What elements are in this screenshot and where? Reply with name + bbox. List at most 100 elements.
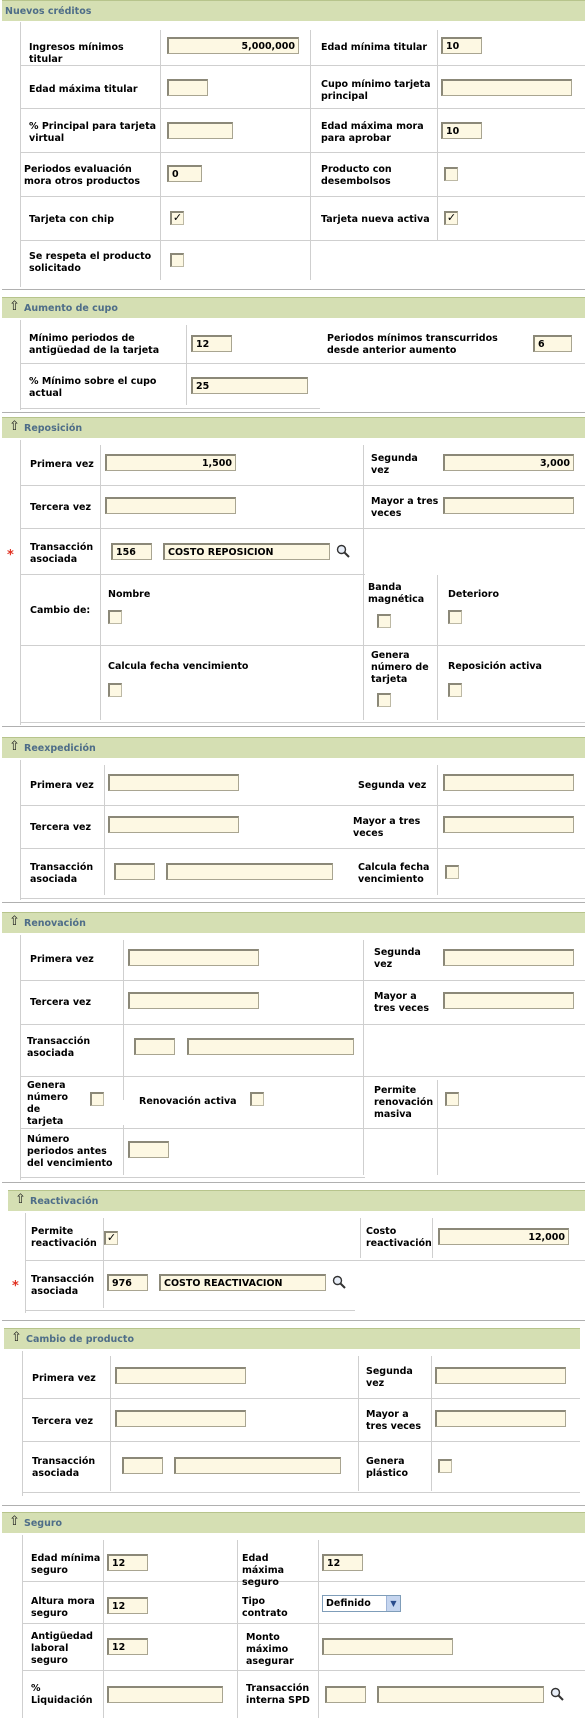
edad-maxima-titular-input[interactable] (167, 79, 208, 96)
reexpedicion-tercera-input[interactable] (108, 816, 239, 833)
arrow-up-icon[interactable]: ⇧ (9, 740, 20, 754)
antiguedad-laboral-input[interactable]: 12 (107, 1638, 148, 1655)
section-header-reposicion: ⇧ Reposición (2, 417, 585, 438)
cambio-primera-input[interactable] (115, 1367, 246, 1384)
renovacion-mayor-input[interactable] (443, 992, 574, 1009)
magnifier-icon[interactable] (550, 1687, 564, 1701)
reposicion-activa-label: Reposición activa (448, 661, 542, 672)
monto-maximo-input[interactable] (322, 1638, 453, 1655)
altura-mora-input[interactable]: 12 (107, 1597, 148, 1614)
producto-desembolsos-checkbox[interactable] (444, 167, 458, 181)
reexpedicion-transaccion-code-input[interactable] (114, 863, 155, 880)
arrow-up-icon[interactable]: ⇧ (9, 915, 20, 929)
reposicion-tercera-input[interactable] (105, 497, 236, 514)
reexpedicion-primera-input[interactable] (108, 774, 239, 791)
reactivacion-transaccion-code-input[interactable]: 976 (107, 1274, 148, 1291)
deterioro-checkbox[interactable] (448, 610, 462, 624)
reposicion-transaccion-code-input[interactable]: 156 (111, 543, 152, 560)
antiguedad-laboral-label: Antigüedad laboral seguro (31, 1631, 93, 1666)
edad-mora-input[interactable]: 10 (441, 122, 482, 139)
reexpedicion-segunda-input[interactable] (443, 774, 574, 791)
reposicion-activa-checkbox[interactable] (448, 683, 462, 697)
renovacion-transaccion-desc-input[interactable] (187, 1038, 354, 1055)
reexpedicion-segunda-label: Segunda vez (358, 780, 427, 791)
periodos-evaluacion-input[interactable]: 0 (167, 165, 202, 182)
genera-numero-checkbox[interactable] (377, 693, 391, 707)
costo-reactivacion-input[interactable]: 12,000 (438, 1228, 569, 1245)
reexpedicion-calcula-checkbox[interactable] (445, 865, 459, 879)
seguro-edad-maxima-input[interactable]: 12 (322, 1554, 363, 1571)
reactivacion-transaccion-desc-input[interactable]: COSTO REACTIVACION (159, 1274, 326, 1291)
edad-minima-titular-input[interactable]: 10 (441, 37, 482, 54)
seguro-edad-minima-input[interactable]: 12 (107, 1554, 148, 1571)
reexpedicion-tercera-label: Tercera vez (30, 822, 91, 833)
pct-minimo-cupo-label: % Mínimo sobre el cupo actual (29, 376, 157, 399)
arrow-up-icon[interactable]: ⇧ (11, 1331, 22, 1345)
permite-reactivacion-checkbox[interactable]: ✓ (104, 1231, 118, 1245)
renovacion-tercera-input[interactable] (128, 992, 259, 1009)
banda-magnetica-checkbox[interactable] (377, 614, 391, 628)
section-title: Nuevos créditos (5, 6, 92, 17)
cambio-segunda-input[interactable] (435, 1367, 566, 1384)
reexpedicion-mayor-input[interactable] (443, 816, 574, 833)
reactivacion-transaccion-label: Transacción asociada (31, 1274, 95, 1297)
magnifier-icon[interactable] (332, 1275, 346, 1289)
renovacion-masiva-checkbox[interactable] (445, 1092, 459, 1106)
reposicion-primera-input[interactable]: 1,500 (105, 454, 236, 471)
arrow-up-icon[interactable]: ⇧ (15, 1193, 26, 1207)
section-title: Reposición (24, 423, 83, 434)
section-title: Reactivación (30, 1196, 99, 1207)
respeta-producto-checkbox[interactable] (170, 253, 184, 267)
reposicion-transaccion-desc-input[interactable]: COSTO REPOSICION (163, 543, 330, 560)
cambio-primera-label: Primera vez (32, 1373, 96, 1384)
genera-plastico-checkbox[interactable] (438, 1459, 452, 1473)
pct-principal-input[interactable] (167, 122, 233, 139)
periodos-transcurridos-input[interactable]: 6 (533, 335, 572, 352)
reposicion-mayor-input[interactable] (443, 497, 574, 514)
tarjeta-chip-label: Tarjeta con chip (29, 214, 114, 225)
reexpedicion-transaccion-desc-input[interactable] (166, 863, 333, 880)
calcula-fecha-checkbox[interactable] (108, 683, 122, 697)
section-header-reactivacion: ⇧ Reactivación (8, 1190, 585, 1211)
ingresos-minimos-input[interactable]: 5,000,000 (167, 37, 299, 54)
renovacion-transaccion-code-input[interactable] (134, 1038, 175, 1055)
edad-maxima-titular-label: Edad máxima titular (29, 84, 138, 95)
cambio-tercera-input[interactable] (115, 1410, 246, 1427)
seguro-edad-maxima-label: Edad máxima seguro (242, 1553, 285, 1588)
renovacion-primera-input[interactable] (128, 949, 259, 966)
transaccion-interna-code-input[interactable] (325, 1686, 366, 1703)
arrow-up-icon[interactable]: ⇧ (9, 420, 20, 434)
reexpedicion-transaccion-label: Transacción asociada (30, 862, 94, 885)
renovacion-segunda-input[interactable] (443, 949, 574, 966)
tarjeta-chip-checkbox[interactable]: ✓ (170, 211, 184, 225)
cambio-mayor-input[interactable] (435, 1410, 566, 1427)
tipo-contrato-select[interactable]: Definido ▼ (322, 1595, 401, 1612)
arrow-up-icon[interactable]: ⇧ (9, 300, 20, 314)
cambio-transaccion-code-input[interactable] (122, 1457, 163, 1474)
altura-mora-label: Altura mora seguro (31, 1596, 95, 1619)
renovacion-activa-checkbox[interactable] (250, 1092, 264, 1106)
nombre-label: Nombre (108, 589, 151, 600)
cambio-transaccion-desc-input[interactable] (174, 1457, 341, 1474)
chevron-down-icon[interactable]: ▼ (386, 1596, 400, 1611)
section-title: Aumento de cupo (24, 303, 118, 314)
cambio-transaccion-label: Transacción asociada (32, 1456, 96, 1479)
cupo-minimo-input[interactable] (441, 79, 572, 96)
transaccion-interna-desc-input[interactable] (377, 1686, 544, 1703)
reposicion-segunda-input[interactable]: 3,000 (443, 454, 574, 471)
reposicion-segunda-label: Segunda vez (371, 453, 418, 476)
numero-periodos-input[interactable] (128, 1141, 169, 1158)
deterioro-label: Deterioro (448, 589, 499, 600)
magnifier-icon[interactable] (336, 544, 350, 558)
arrow-up-icon[interactable]: ⇧ (9, 1515, 20, 1529)
nombre-checkbox[interactable] (108, 610, 122, 624)
pct-minimo-cupo-input[interactable]: 25 (191, 377, 308, 394)
minimo-periodos-antiguedad-input[interactable]: 12 (191, 335, 232, 352)
required-mark: * (12, 1279, 19, 1294)
renovacion-genera-checkbox[interactable] (90, 1092, 104, 1106)
tarjeta-nueva-activa-checkbox[interactable]: ✓ (444, 211, 458, 225)
calcula-fecha-label: Calcula fecha vencimiento (108, 661, 249, 672)
section-title: Seguro (24, 1518, 63, 1529)
banda-magnetica-label: Banda magnética (368, 582, 425, 605)
pct-liquidacion-input[interactable] (107, 1686, 223, 1703)
